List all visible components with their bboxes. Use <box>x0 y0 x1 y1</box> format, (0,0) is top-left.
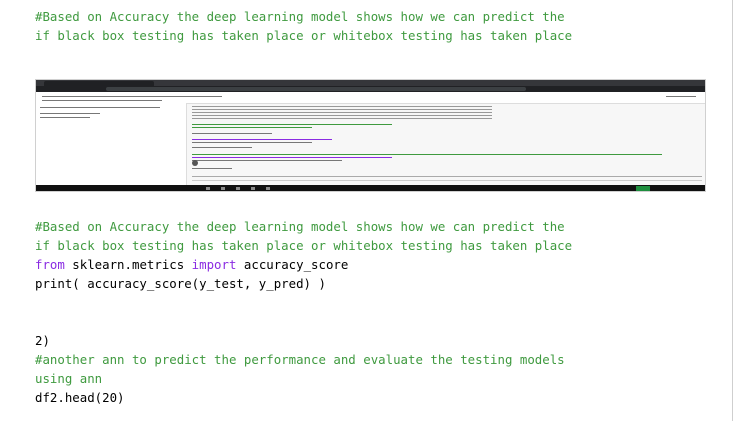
import-name: accuracy_score <box>236 257 349 272</box>
taskbar-app-icon <box>266 187 270 190</box>
code-line <box>192 168 232 169</box>
comment-line: using ann <box>35 371 103 386</box>
module-name: sklearn.metrics <box>64 257 192 272</box>
comment-line <box>192 154 662 155</box>
keyword-import: import <box>191 257 237 272</box>
comment-line: if black box testing has taken place or … <box>35 28 573 43</box>
code-line <box>192 142 312 143</box>
menu-text <box>42 96 222 97</box>
code-line <box>192 147 252 148</box>
browser-address-box <box>106 87 526 91</box>
table-row-line <box>192 180 702 181</box>
output-line <box>192 118 492 119</box>
code-block-ann[interactable]: 2) #another ann to predict the performan… <box>35 331 565 407</box>
taskbar-app-icon <box>636 186 650 191</box>
code-line-head: df2.head(20) <box>35 390 125 405</box>
taskbar-app-icon <box>206 187 210 190</box>
keyword-from: from <box>35 257 65 272</box>
notebook-cells <box>188 104 705 185</box>
output-line <box>192 106 492 107</box>
output-line <box>192 133 272 134</box>
code-line <box>192 139 332 140</box>
code-line <box>192 160 342 161</box>
taskbar-app-icon <box>251 187 255 190</box>
output-line <box>192 109 492 110</box>
sidebar-text <box>40 117 90 118</box>
code-block-accuracy[interactable]: #Based on Accuracy the deep learning mod… <box>35 217 572 293</box>
comment-line <box>192 127 312 128</box>
code-line <box>192 157 392 158</box>
comment-line: #Based on Accuracy the deep learning mod… <box>35 219 565 234</box>
taskbar-app-icon <box>236 187 240 190</box>
output-line <box>192 112 492 113</box>
comment-line: #Based on Accuracy the deep learning mod… <box>35 9 565 24</box>
embedded-screenshot <box>35 79 706 192</box>
output-line <box>192 115 492 116</box>
sidebar-text <box>40 113 100 114</box>
comment-line <box>192 124 392 125</box>
code-line-print: print( accuracy_score(y_test, y_pred) ) <box>35 276 326 291</box>
os-taskbar <box>36 185 705 191</box>
table-header-line <box>192 176 702 177</box>
menu-text <box>666 96 696 97</box>
code-block-comment[interactable]: #Based on Accuracy the deep learning mod… <box>35 7 572 45</box>
sidebar-text <box>40 107 160 108</box>
comment-line: #another ann to predict the performance … <box>35 352 565 367</box>
section-number: 2) <box>35 333 50 348</box>
comment-line: if black box testing has taken place or … <box>35 238 573 253</box>
menu-text <box>42 100 162 101</box>
notebook-sidebar <box>36 103 187 185</box>
taskbar-app-icon <box>221 187 225 190</box>
run-cell-icon <box>192 160 198 166</box>
